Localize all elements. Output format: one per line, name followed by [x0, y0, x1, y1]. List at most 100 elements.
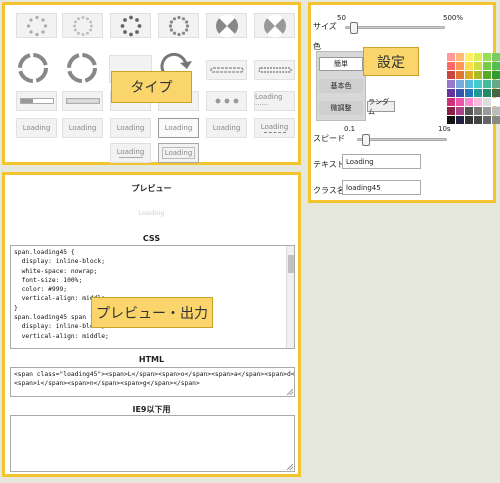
color-swatch[interactable] [465, 80, 473, 88]
color-swatch[interactable] [474, 80, 482, 88]
text-input[interactable]: Loading [342, 154, 421, 169]
color-swatch[interactable] [483, 62, 491, 70]
color-swatch[interactable] [483, 53, 491, 61]
color-swatch[interactable] [456, 107, 464, 115]
type-tile-dot-spinner-4[interactable] [158, 13, 199, 38]
type-tile-progress-1[interactable] [16, 91, 57, 111]
type-tile-dot-spinner-1[interactable] [16, 13, 57, 38]
type-panel: Loading ······ Loading Loading Loading L… [2, 2, 301, 165]
type-ring-spinner-1[interactable] [15, 50, 51, 88]
tab-simple[interactable]: 簡単 [319, 57, 363, 71]
type-tile-loading-2[interactable]: Loading [62, 118, 103, 138]
scrollbar-thumb[interactable] [288, 255, 294, 273]
progress-bar-icon [19, 98, 54, 104]
type-tile-dot-spinner-2[interactable] [62, 13, 103, 38]
type-tile-dots[interactable] [206, 91, 247, 111]
color-swatch[interactable] [483, 89, 491, 97]
color-swatch[interactable] [447, 53, 455, 61]
type-tile-chain-2[interactable] [254, 60, 295, 80]
chain-bar-icon [257, 67, 292, 73]
color-swatch[interactable] [456, 71, 464, 79]
color-swatch[interactable] [492, 89, 500, 97]
color-swatch[interactable] [492, 107, 500, 115]
color-swatch[interactable] [492, 80, 500, 88]
type-tile-progress-2[interactable] [62, 91, 103, 111]
color-swatch[interactable] [474, 89, 482, 97]
color-swatch[interactable] [474, 53, 482, 61]
type-tile-loading-8[interactable]: Loading [158, 143, 199, 163]
color-swatch[interactable] [447, 71, 455, 79]
color-swatch[interactable] [465, 89, 473, 97]
color-swatch[interactable] [456, 53, 464, 61]
color-swatch[interactable] [465, 62, 473, 70]
settings-panel: サイズ 50 500% 色 簡単 基本色 微調整 ランダム 設定 スピード 0.… [308, 2, 500, 203]
tab-basic-colors[interactable]: 基本色 [319, 79, 363, 93]
ie9-code-textarea[interactable] [10, 415, 295, 472]
html-code: <span class="loading45"><span>L</span><s… [14, 371, 295, 388]
color-palette [447, 53, 500, 124]
random-color-button[interactable]: ランダム [367, 98, 395, 116]
color-swatch[interactable] [465, 116, 473, 124]
color-swatch[interactable] [474, 107, 482, 115]
type-tile-dot-spinner-3[interactable] [110, 13, 151, 38]
type-tile-loading-4[interactable]: Loading [158, 118, 199, 138]
type-tile-loading-7[interactable]: Loading [110, 143, 151, 163]
size-slider-track[interactable] [345, 26, 445, 29]
color-swatch[interactable] [456, 62, 464, 70]
type-tile-loading-3[interactable]: Loading [110, 118, 151, 138]
color-swatch[interactable] [492, 116, 500, 124]
three-dots-icon [215, 98, 238, 104]
html-code-textarea[interactable]: <span class="loading45"><span>L</span><s… [10, 367, 295, 397]
color-swatch[interactable] [483, 71, 491, 79]
ie9-title: IE9以下用 [132, 405, 171, 414]
speed-slider-handle[interactable] [362, 134, 371, 146]
color-swatch[interactable] [492, 53, 500, 61]
size-min: 50 [337, 14, 346, 22]
color-swatch[interactable] [465, 98, 473, 106]
css-title: CSS [142, 234, 161, 243]
color-swatch[interactable] [492, 62, 500, 70]
type-tile-loading-6[interactable]: Loading [254, 118, 295, 138]
color-swatch[interactable] [483, 98, 491, 106]
color-swatch[interactable] [492, 98, 500, 106]
color-swatch[interactable] [483, 107, 491, 115]
classname-input[interactable]: loading45 [342, 180, 421, 195]
color-swatch[interactable] [447, 98, 455, 106]
html-title: HTML [138, 355, 165, 364]
type-ring-spinner-2[interactable] [64, 50, 100, 88]
pie-spinner-icon [263, 14, 286, 37]
type-tile-chain-1[interactable] [206, 60, 247, 80]
color-swatch[interactable] [492, 71, 500, 79]
color-swatch[interactable] [456, 80, 464, 88]
color-swatch[interactable] [456, 98, 464, 106]
color-swatch[interactable] [474, 98, 482, 106]
color-swatch[interactable] [465, 107, 473, 115]
type-tile-pie-spinner-2[interactable] [254, 13, 295, 38]
css-scrollbar[interactable] [286, 246, 294, 348]
ring-spinner-icon [67, 53, 97, 83]
color-swatch[interactable] [483, 116, 491, 124]
type-tile-loading-1[interactable]: Loading [16, 118, 57, 138]
color-swatch[interactable] [447, 89, 455, 97]
resize-grip-icon[interactable] [287, 389, 293, 395]
color-swatch[interactable] [483, 80, 491, 88]
color-swatch[interactable] [465, 71, 473, 79]
color-swatch[interactable] [474, 116, 482, 124]
size-slider-handle[interactable] [350, 22, 358, 34]
color-swatch[interactable] [456, 89, 464, 97]
resize-grip-icon[interactable] [287, 464, 293, 470]
color-swatch[interactable] [465, 53, 473, 61]
type-tile-loading-5[interactable]: Loading [206, 118, 247, 138]
color-swatch[interactable] [447, 62, 455, 70]
color-swatch[interactable] [474, 71, 482, 79]
color-swatch[interactable] [447, 107, 455, 115]
tab-fine-tune[interactable]: 微調整 [319, 101, 363, 115]
type-label: Loading [116, 148, 145, 156]
color-swatch[interactable] [447, 116, 455, 124]
color-swatch[interactable] [456, 116, 464, 124]
type-tile-pie-spinner-1[interactable] [206, 13, 247, 38]
color-swatch[interactable] [474, 62, 482, 70]
type-tile-loading-dots[interactable]: Loading ······ [254, 91, 295, 111]
color-swatch[interactable] [447, 80, 455, 88]
speed-slider-track[interactable] [357, 138, 447, 141]
